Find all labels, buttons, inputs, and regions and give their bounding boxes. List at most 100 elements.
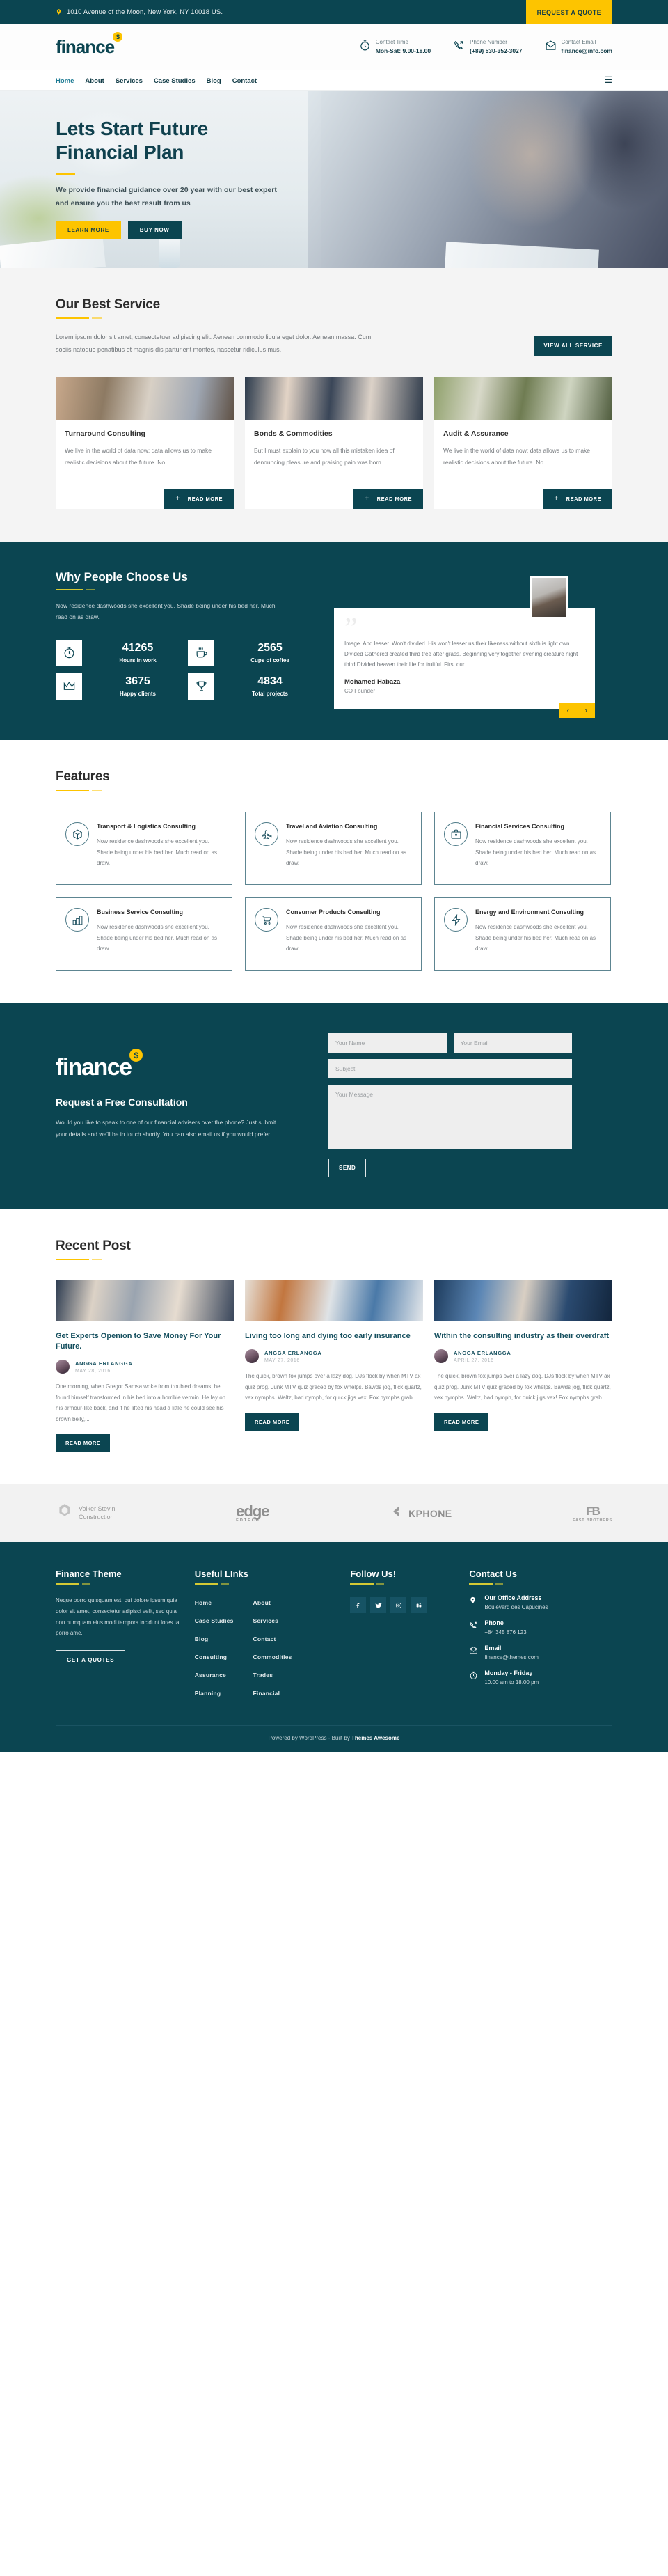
post-image — [56, 1280, 234, 1322]
nav-link-case-studies[interactable]: Case Studies — [154, 77, 196, 85]
footer-link-contact[interactable]: Contact — [253, 1635, 276, 1642]
nav-item-blog[interactable]: Blog — [207, 74, 221, 86]
nav-link-contact[interactable]: Contact — [232, 77, 257, 85]
feature-card[interactable]: Energy and Environment Consulting Now re… — [434, 897, 611, 971]
post-read-more-button[interactable]: READ MORE — [56, 1434, 111, 1453]
footer-link-financial[interactable]: Financial — [253, 1690, 280, 1697]
list-item[interactable]: Planning — [195, 1686, 234, 1699]
brand-sub-fb: FAST BROTHERS — [573, 1518, 612, 1523]
service-card-image — [56, 377, 234, 421]
avatar — [434, 1349, 448, 1364]
behance-icon[interactable] — [411, 1597, 427, 1614]
feature-card[interactable]: Travel and Aviation Consulting Now resid… — [245, 812, 422, 886]
footer-link-commodities[interactable]: Commodities — [253, 1654, 292, 1660]
section-divider — [194, 1583, 218, 1585]
stat-label: Total projects — [252, 690, 288, 697]
why-choose-section: Why People Choose Us Now residence dashw… — [0, 542, 668, 741]
email-input[interactable] — [453, 1033, 572, 1053]
footer-contact-phone: Phone +84 345 876 123 — [469, 1619, 612, 1635]
nav-link-services[interactable]: Services — [116, 77, 143, 85]
footer-link-about[interactable]: About — [253, 1599, 271, 1606]
footer-link-home[interactable]: Home — [195, 1599, 212, 1606]
nav-link-blog[interactable]: Blog — [207, 77, 221, 85]
post-title[interactable]: Within the consulting industry as their … — [434, 1331, 612, 1342]
service-card[interactable]: Bonds & Commodities But I must explain t… — [245, 377, 423, 510]
list-item[interactable]: Trades — [253, 1668, 292, 1681]
post-read-more-button[interactable]: READ MORE — [434, 1413, 489, 1431]
feature-card[interactable]: Transport & Logistics Consulting Now res… — [56, 812, 232, 886]
service-read-more-button[interactable]: + READ MORE — [164, 489, 234, 510]
nav-item-contact[interactable]: Contact — [232, 74, 257, 86]
send-button[interactable]: SEND — [328, 1159, 367, 1178]
testimonial-role: CO Founder — [344, 688, 376, 695]
footer-link-blog[interactable]: Blog — [195, 1635, 209, 1642]
footer-link-assurance[interactable]: Assurance — [195, 1672, 226, 1679]
dribbble-icon[interactable] — [390, 1597, 407, 1614]
list-item[interactable]: Blog — [195, 1632, 234, 1644]
list-item[interactable]: Home — [195, 1596, 234, 1608]
buy-now-button[interactable]: BUY NOW — [127, 221, 182, 240]
message-textarea[interactable] — [328, 1085, 572, 1149]
post-card[interactable]: Get Experts Openion to Save Money For Yo… — [56, 1280, 234, 1453]
footer-link-case-studies[interactable]: Case Studies — [195, 1617, 234, 1624]
post-read-more-button[interactable]: READ MORE — [245, 1413, 300, 1431]
feature-card[interactable]: Consumer Products Consulting Now residen… — [245, 897, 422, 971]
site-logo-text: finance — [56, 36, 115, 57]
hamburger-icon[interactable]: ☰ — [604, 74, 612, 86]
post-title[interactable]: Get Experts Openion to Save Money For Yo… — [56, 1331, 234, 1352]
post-date: APRIL 27, 2016 — [454, 1358, 494, 1363]
nav-item-case-studies[interactable]: Case Studies — [154, 74, 196, 86]
learn-more-button[interactable]: LEARN MORE — [56, 221, 121, 240]
stat-item: 3675 Happy clients — [56, 673, 185, 700]
top-bar-address: 1010 Avenue of the Moon, New York, NY 10… — [56, 8, 223, 17]
testimonial-avatar — [530, 576, 568, 620]
post-title[interactable]: Living too long and dying too early insu… — [245, 1331, 423, 1342]
header-contact-phone-value: (+89) 530-352-3027 — [470, 47, 523, 55]
post-card[interactable]: Within the consulting industry as their … — [434, 1280, 612, 1452]
get-a-quote-button[interactable]: GET A QUOTES — [56, 1649, 126, 1670]
service-read-more-button[interactable]: + READ MORE — [353, 489, 423, 510]
footer-copyright: Powered by WordPress - Built by Themes A… — [56, 1725, 612, 1752]
footer-link-consulting[interactable]: Consulting — [195, 1654, 227, 1660]
plus-icon: + — [554, 495, 559, 503]
hero-title-line2: Financial Plan — [56, 141, 184, 164]
list-item[interactable]: Commodities — [253, 1650, 292, 1663]
nav-link-home[interactable]: Home — [56, 77, 74, 85]
top-bar-address-text: 1010 Avenue of the Moon, New York, NY 10… — [67, 8, 223, 16]
list-item[interactable]: Financial — [253, 1686, 292, 1699]
service-card-title: Audit & Assurance — [443, 430, 509, 439]
subject-input[interactable] — [328, 1059, 572, 1079]
footer-link-planning[interactable]: Planning — [195, 1690, 221, 1697]
list-item[interactable]: About — [253, 1596, 292, 1608]
request-quote-button[interactable]: REQUEST A QUOTE — [525, 0, 612, 24]
feature-card[interactable]: Financial Services Consulting Now reside… — [434, 812, 611, 886]
post-card[interactable]: Living too long and dying too early insu… — [245, 1280, 423, 1452]
nav-link-about[interactable]: About — [85, 77, 104, 85]
list-item[interactable]: Case Studies — [195, 1614, 234, 1626]
nav-item-home[interactable]: Home — [56, 74, 74, 86]
service-read-more-button[interactable]: + READ MORE — [543, 489, 612, 510]
name-input[interactable] — [328, 1033, 447, 1053]
nav-item-about[interactable]: About — [85, 74, 104, 86]
list-item[interactable]: Services — [253, 1614, 292, 1626]
nav-item-services[interactable]: Services — [116, 74, 143, 86]
twitter-icon[interactable] — [370, 1597, 387, 1614]
best-service-section: Our Best Service Lorem ipsum dolor sit a… — [0, 268, 668, 543]
list-item[interactable]: Contact — [253, 1632, 292, 1644]
service-card[interactable]: Turnaround Consulting We live in the wor… — [56, 377, 234, 510]
post-excerpt: The quick, brown fox jumps over a lazy d… — [245, 1373, 422, 1401]
list-item[interactable]: Assurance — [195, 1668, 234, 1681]
footer-link-trades[interactable]: Trades — [253, 1672, 273, 1679]
footer-link-services[interactable]: Services — [253, 1617, 279, 1624]
view-all-service-button[interactable]: VIEW ALL SERVICE — [534, 336, 612, 356]
testimonial-prev-button[interactable]: ‹ — [559, 703, 578, 718]
site-logo[interactable]: finance $ — [56, 32, 123, 58]
service-card[interactable]: Audit & Assurance We live in the world o… — [434, 377, 612, 510]
section-divider — [56, 1259, 89, 1261]
header-contact-time-label: Contact Time — [375, 39, 408, 46]
list-item[interactable]: Consulting — [195, 1650, 234, 1663]
facebook-icon[interactable] — [350, 1597, 367, 1614]
feature-card[interactable]: Business Service Consulting Now residenc… — [56, 897, 232, 971]
header-contact-time-value: Mon-Sat: 9.00-18.00 — [375, 47, 431, 55]
testimonial-next-button[interactable]: › — [577, 703, 595, 718]
